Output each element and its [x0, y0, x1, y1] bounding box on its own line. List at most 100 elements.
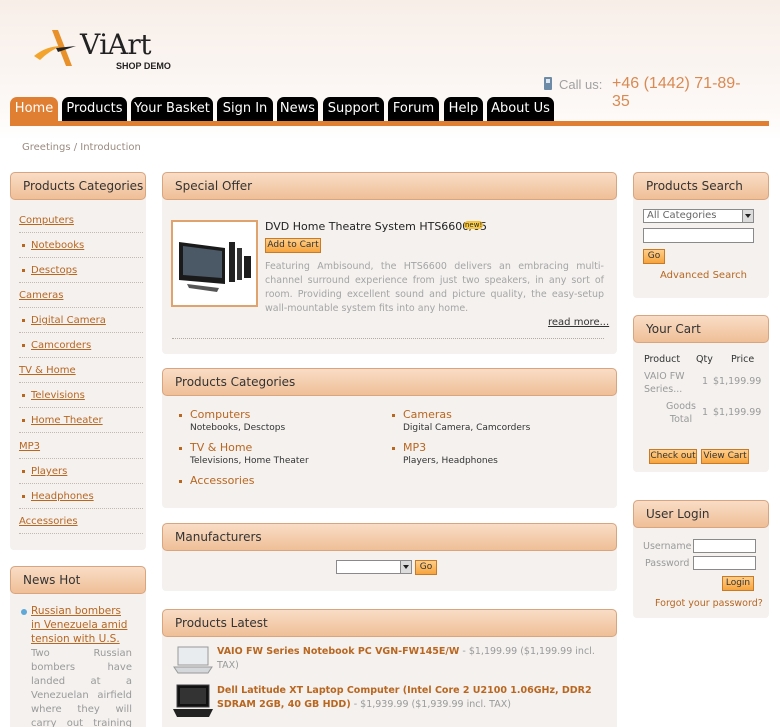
category-tv-home[interactable]: TV & Home [19, 358, 143, 383]
forgot-password-link[interactable]: Forgot your password? [655, 598, 763, 609]
special-product-name[interactable]: DVD Home Theatre System HTS6600/05 [265, 220, 487, 233]
search-category-select[interactable]: All Categories [643, 209, 754, 223]
special-divider [172, 338, 604, 339]
cart-row-price: $1,199.99 [713, 376, 762, 387]
phone-number: +46 (1442) 71-89-35 [612, 75, 741, 110]
search-go-button[interactable]: Go [643, 249, 665, 264]
category-desctops[interactable]: Desctops [19, 258, 143, 283]
username-field[interactable] [693, 539, 756, 553]
group-mp3[interactable]: MP3 [403, 441, 426, 454]
group-accessories[interactable]: Accessories [190, 474, 254, 487]
group-tv-home[interactable]: TV & Home [190, 441, 252, 454]
special-description: Featuring Ambisound, the HTS6600 deliver… [265, 261, 604, 314]
category-camcorders[interactable]: Camcorders [19, 333, 143, 358]
category-home-theater[interactable]: Home Theater [19, 408, 143, 433]
home-theatre-image [179, 242, 251, 292]
view-cart-button[interactable]: View Cart [701, 449, 749, 464]
group-cameras-subs: Digital Camera, Camcorders [403, 423, 531, 433]
group-computers[interactable]: Computers [190, 408, 250, 421]
logo-text: ViArt [80, 28, 152, 61]
news-hot-title: News Hot [10, 566, 146, 594]
checkout-button[interactable]: Check out [649, 449, 697, 464]
cart-header-product: Product [644, 354, 681, 365]
news-bullet-icon [21, 609, 27, 615]
nav-tab-help[interactable]: Help [444, 97, 483, 121]
group-cameras[interactable]: Cameras [403, 408, 452, 421]
nav-tab-support[interactable]: Support [323, 97, 384, 121]
read-more-link[interactable]: read more... [548, 317, 609, 328]
special-offer-title: Special Offer [162, 172, 617, 200]
nav-tab-about-us[interactable]: About Us [487, 97, 554, 121]
logo-swoosh-icon [34, 30, 76, 66]
group-tv-home-subs: Televisions, Home Theater [190, 456, 309, 466]
your-cart-title: Your Cart [633, 315, 769, 343]
center-categories-title: Products Categories [162, 368, 617, 396]
password-field[interactable] [693, 556, 756, 570]
latest-item-1-name[interactable]: VAIO FW Series Notebook PC VGN-FW145E/W [217, 646, 459, 657]
category-computers[interactable]: Computers [19, 208, 143, 233]
left-categories-title: Products Categories [10, 172, 146, 200]
laptop-thumbnail-1[interactable] [172, 643, 214, 677]
your-cart-box: Your Cart Product Qty Price VAIO FW Seri… [633, 315, 769, 472]
products-latest-box: Products Latest VAIO FW Series Notebook … [162, 609, 617, 727]
manufacturer-select[interactable] [336, 560, 412, 574]
product-image[interactable] [171, 220, 258, 307]
category-televisions[interactable]: Televisions [19, 383, 143, 408]
sub-headphones[interactable]: Headphones [441, 456, 497, 466]
user-login-title: User Login [633, 500, 769, 528]
nav-tab-news[interactable]: News [277, 97, 318, 121]
products-search-title: Products Search [633, 172, 769, 200]
logo-subtitle: SHOP DEMO [116, 61, 171, 71]
sub-desctops[interactable]: Desctops [244, 423, 286, 433]
group-computers-subs: Notebooks, Desctops [190, 423, 286, 433]
category-digital-camera[interactable]: Digital Camera [19, 308, 143, 333]
cart-header-qty: Qty [696, 354, 713, 365]
user-login-box: User Login Username Password Login Forgo… [633, 500, 769, 618]
login-button[interactable]: Login [722, 576, 754, 591]
breadcrumb[interactable]: Greetings / Introduction [22, 142, 141, 153]
cart-row-product[interactable]: VAIO FW Series... [644, 370, 689, 396]
category-players[interactable]: Players [19, 459, 143, 484]
sub-camcorders[interactable]: Camcorders [476, 423, 530, 433]
nav-tab-home[interactable]: Home [10, 97, 58, 121]
latest-item-2-tax: ($1,939.99 incl. TAX) [411, 699, 511, 710]
nav-tab-products[interactable]: Products [62, 97, 127, 121]
products-search-box: Products Search All Categories Go Advanc… [633, 172, 769, 298]
sub-digital-camera[interactable]: Digital Camera [403, 423, 470, 433]
new-badge-icon: new! [464, 221, 484, 229]
news-headline[interactable]: Russian bombers in Venezuela amid tensio… [31, 604, 131, 646]
password-label: Password [645, 558, 690, 569]
call-us-label: Call us: [559, 77, 603, 92]
search-input[interactable] [643, 228, 754, 243]
sub-televisions[interactable]: Televisions [190, 456, 238, 466]
advanced-search-link[interactable]: Advanced Search [660, 270, 747, 281]
cart-total-price: $1,199.99 [713, 407, 762, 418]
phone-icon [544, 77, 552, 90]
group-mp3-subs: Players, Headphones [403, 456, 498, 466]
sub-home-theater[interactable]: Home Theater [244, 456, 308, 466]
username-label: Username [643, 541, 692, 552]
category-cameras[interactable]: Cameras [19, 283, 143, 308]
center-categories-box: Products Categories Computers Notebooks,… [162, 368, 617, 508]
manufacturer-go-button[interactable]: Go [415, 560, 437, 575]
sub-players[interactable]: Players [403, 456, 436, 466]
add-to-cart-button[interactable]: Add to Cart [265, 238, 321, 253]
nav-underline [10, 121, 769, 126]
nav-tab-forum[interactable]: Forum [388, 97, 439, 121]
left-categories-box: Products Categories Computers Notebooks … [10, 172, 146, 550]
latest-item-1-price: - $1,199.99 [462, 646, 518, 657]
nav-tab-sign-in[interactable]: Sign In [217, 97, 273, 121]
laptop-thumbnail-2[interactable] [172, 681, 214, 721]
category-headphones[interactable]: Headphones [19, 484, 143, 509]
category-accessories[interactable]: Accessories [19, 509, 143, 534]
special-offer-box: Special Offer DVD Home Theatre System HT… [162, 172, 617, 354]
logo[interactable]: ViArt SHOP DEMO [32, 26, 172, 76]
cart-header-price: Price [731, 354, 755, 365]
sub-notebooks[interactable]: Notebooks [190, 423, 238, 433]
nav-tab-your-basket[interactable]: Your Basket [131, 97, 213, 121]
chevron-down-icon [400, 561, 411, 573]
category-notebooks[interactable]: Notebooks [19, 233, 143, 258]
chevron-down-icon [742, 210, 753, 222]
cart-total-qty: 1 [702, 407, 709, 418]
category-mp3[interactable]: MP3 [19, 434, 143, 459]
